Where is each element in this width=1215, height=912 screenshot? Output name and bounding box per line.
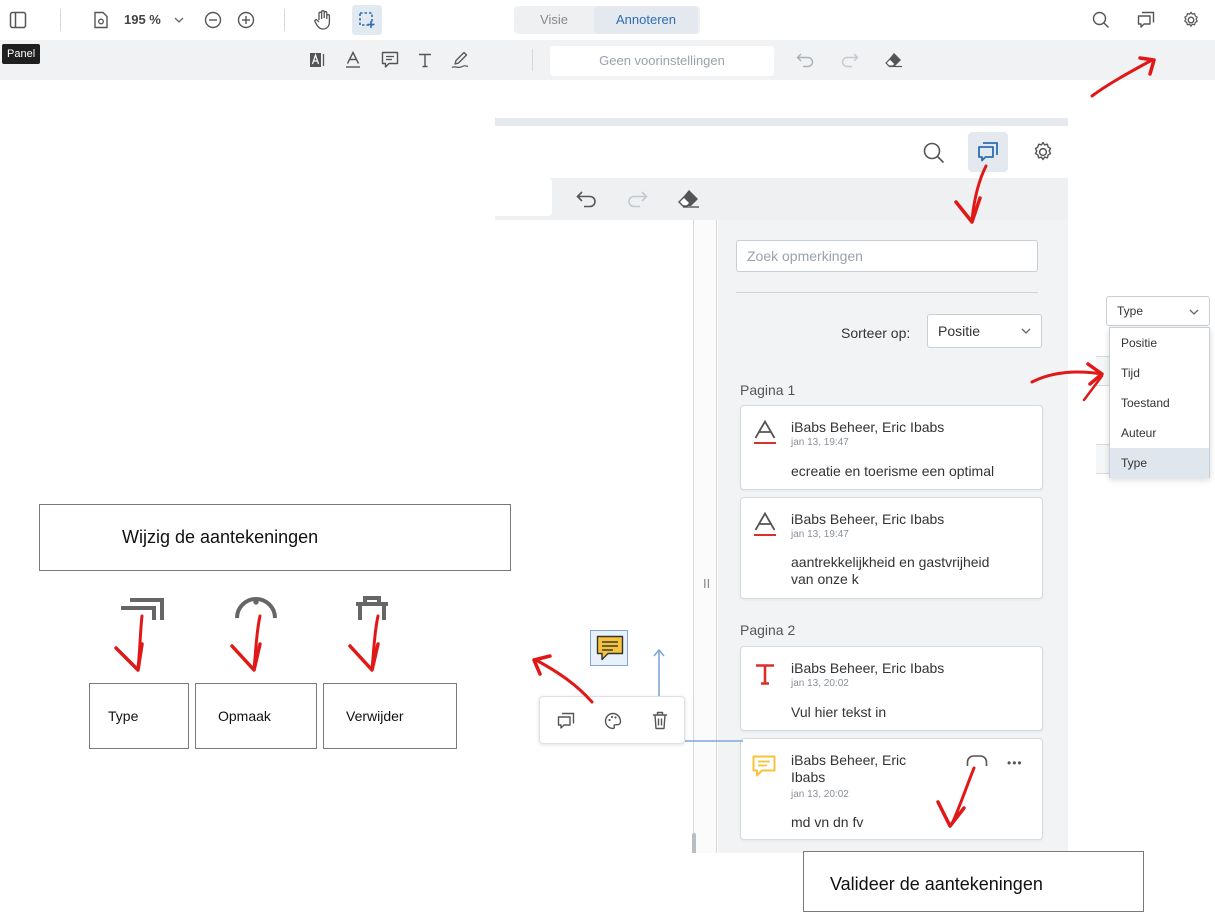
comment-time: jan 13, 20:02: [791, 678, 849, 689]
selection-tool-button[interactable]: [352, 5, 382, 35]
undo-icon[interactable]: [796, 53, 814, 68]
freehand-pen-icon[interactable]: [451, 51, 469, 69]
underline-icon: [754, 511, 776, 536]
comment-time: jan 13, 19:47: [791, 529, 849, 540]
sort-option-toestand[interactable]: Toestand: [1110, 388, 1209, 418]
red-arrow-dropdown: [1030, 362, 1104, 402]
red-arrow-validate: [936, 766, 976, 828]
comment-time: jan 13, 19:47: [791, 437, 849, 448]
resize-grip-icon[interactable]: II: [703, 576, 710, 591]
search-icon[interactable]: [1092, 11, 1110, 29]
underline-text-icon[interactable]: [345, 50, 361, 69]
sort-options-list: Positie Tijd Toestand Auteur Type: [1109, 327, 1210, 478]
comment-author: iBabs Beheer, Eric Ibabs: [791, 660, 945, 676]
page-label-2: Pagina 2: [740, 622, 796, 638]
top-toolbar: 195 % Visie Annoteren: [0, 0, 1215, 40]
validate-annotations-callout: Valideer de aantekeningen: [803, 851, 1144, 912]
sort-label: Sorteer op:: [841, 325, 911, 341]
page-settings-icon[interactable]: [93, 11, 109, 29]
type-callout: Type: [89, 683, 189, 749]
panel-toggle-icon[interactable]: [9, 11, 27, 29]
undo-icon[interactable]: [576, 191, 598, 208]
zoom-in-icon[interactable]: [237, 11, 255, 29]
more-options-button[interactable]: •••: [1007, 756, 1023, 770]
comment-card[interactable]: iBabs Beheer, Eric Ibabs jan 13, 19:47 e…: [740, 405, 1043, 490]
comment-author: iBabs Beheer, Eric Ibabs: [791, 419, 945, 435]
pan-hand-icon[interactable]: [313, 9, 333, 31]
edit-annotations-callout: Wijzig de aantekeningen: [39, 504, 511, 571]
tab-annoteren[interactable]: Annoteren: [594, 6, 698, 34]
eraser-icon[interactable]: [677, 188, 701, 210]
background-row-peek: [1096, 444, 1110, 474]
comment-author: iBabs Beheer, Eric Ibabs: [791, 752, 907, 785]
red-arrow-note: [532, 654, 594, 704]
delete-callout: Verwijder: [323, 683, 457, 749]
redo-icon[interactable]: [626, 191, 648, 208]
sort-select-value: Positie: [938, 323, 981, 339]
comment-search-input[interactable]: Zoek opmerkingen: [736, 240, 1038, 272]
eraser-icon[interactable]: [884, 51, 904, 69]
chevron-down-icon[interactable]: [174, 16, 184, 24]
sort-option-auteur[interactable]: Auteur: [1110, 418, 1209, 448]
search-icon[interactable]: [923, 142, 945, 164]
trash-icon[interactable]: [652, 711, 668, 730]
zoom-out-icon[interactable]: [204, 11, 222, 29]
red-arrow-verwijder: [348, 614, 380, 672]
mode-switch: Visie Annoteren: [514, 6, 700, 34]
red-arrow-panel: [954, 164, 988, 224]
comment-text: Vul hier tekst in: [791, 704, 887, 720]
area-select-icon: [359, 12, 375, 28]
comments-panel-icon: [978, 142, 998, 162]
scrollbar-thumb[interactable]: [692, 833, 696, 853]
sort-select[interactable]: Positie: [927, 314, 1042, 348]
type-select-value: Type: [1117, 304, 1144, 318]
comment-card[interactable]: iBabs Beheer, Eric Ibabs jan 13, 20:02 m…: [740, 738, 1043, 840]
preset-field[interactable]: Geen voorinstellingen: [550, 46, 774, 76]
note-icon: [752, 755, 776, 777]
red-arrow-type: [114, 614, 144, 672]
page-label-1: Pagina 1: [740, 382, 796, 398]
palette-icon[interactable]: [604, 712, 622, 730]
style-callout: Opmaak: [195, 683, 317, 749]
inset-top-border: [495, 118, 1068, 126]
settings-gear-icon[interactable]: [1182, 11, 1200, 29]
note-annotation-icon: [596, 635, 624, 661]
panel-divider: [736, 292, 1038, 293]
red-arrow-toolbar: [1090, 56, 1156, 98]
zoom-level[interactable]: 195 %: [124, 12, 161, 27]
comment-text: ecreatie en toerisme een optimal: [791, 463, 995, 479]
settings-gear-icon[interactable]: [1032, 141, 1054, 163]
tab-visie[interactable]: Visie: [514, 6, 594, 34]
comment-time: jan 13, 20:02: [791, 789, 849, 800]
sort-option-type[interactable]: Type: [1110, 448, 1209, 478]
panel-resize-divider[interactable]: [693, 220, 717, 853]
red-arrow-opmaak: [230, 614, 262, 672]
comment-text: md vn dn fv: [791, 814, 864, 830]
underline-icon: [754, 419, 776, 444]
free-text-icon: [756, 664, 774, 685]
chevron-down-icon: [1021, 328, 1031, 334]
chevron-down-icon: [1189, 309, 1199, 315]
comment-card[interactable]: iBabs Beheer, Eric Ibabs jan 13, 20:02 V…: [740, 646, 1043, 731]
toolbar-divider: [284, 9, 285, 31]
type-sort-select[interactable]: Type: [1106, 296, 1210, 326]
toolbar-divider: [532, 49, 533, 71]
free-text-icon[interactable]: [417, 52, 433, 68]
comments-icon[interactable]: [557, 712, 575, 730]
highlight-text-icon[interactable]: [309, 52, 325, 68]
panel-tooltip: Panel: [2, 44, 41, 64]
annotation-toolbar: Geen voorinstellingen: [0, 40, 1215, 80]
redo-icon[interactable]: [841, 53, 859, 68]
comment-card[interactable]: iBabs Beheer, Eric Ibabs jan 13, 19:47 a…: [740, 497, 1043, 599]
comment-author: iBabs Beheer, Eric Ibabs: [791, 511, 945, 527]
sort-option-tijd[interactable]: Tijd: [1110, 358, 1209, 388]
preset-field-partial[interactable]: [495, 178, 552, 216]
toolbar-divider: [60, 9, 61, 31]
sort-option-positie[interactable]: Positie: [1110, 328, 1209, 358]
comment-text: aantrekkelijkheid en gastvrijheid van on…: [791, 554, 990, 587]
sticky-note-icon[interactable]: [381, 51, 399, 69]
comments-panel-icon[interactable]: [1137, 11, 1155, 29]
